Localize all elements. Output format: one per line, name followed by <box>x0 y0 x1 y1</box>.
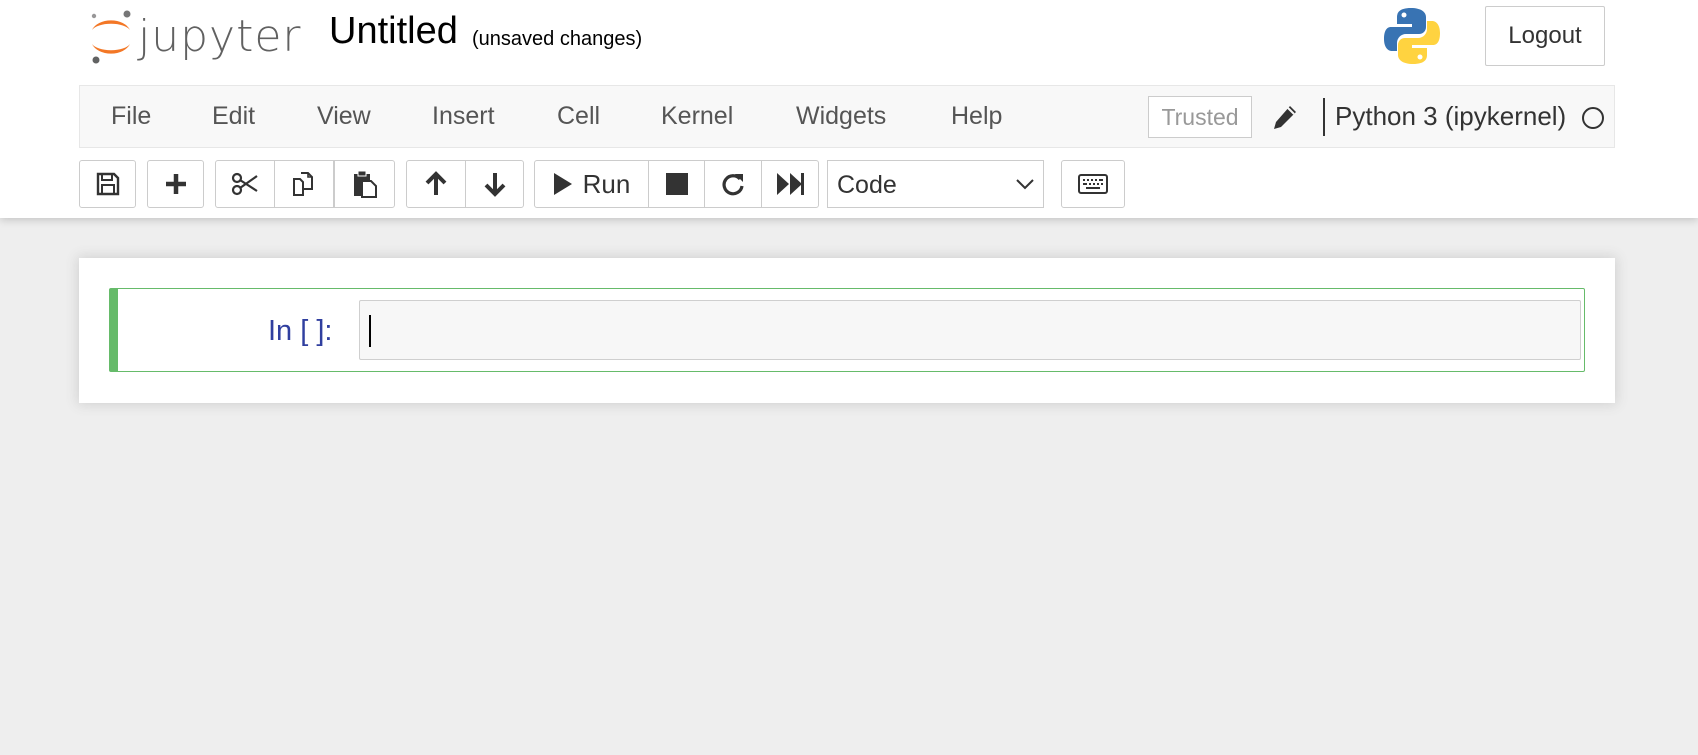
cut-button[interactable] <box>215 160 275 208</box>
paste-button[interactable] <box>334 160 395 208</box>
scissors-icon <box>231 171 259 197</box>
cell-type-select[interactable]: Code <box>827 160 1044 208</box>
kernel-status-icon <box>1582 107 1604 129</box>
chevron-down-icon <box>1015 177 1035 196</box>
menubar: File Edit View Insert Cell Kernel Widget… <box>79 85 1615 148</box>
menu-edit[interactable]: Edit <box>212 86 255 147</box>
copy-button[interactable] <box>274 160 334 208</box>
plus-icon <box>164 172 188 196</box>
python-logo-icon <box>1383 6 1441 66</box>
kernel-name[interactable]: Python 3 (ipykernel) <box>1335 86 1566 147</box>
jupyter-logo-icon <box>88 8 134 64</box>
fast-forward-icon <box>776 172 804 196</box>
interrupt-button[interactable] <box>648 160 705 208</box>
save-button[interactable] <box>79 160 136 208</box>
insert-cell-button[interactable] <box>147 160 204 208</box>
jupyter-brand[interactable]: jupyter <box>88 6 302 66</box>
menu-kernel[interactable]: Kernel <box>661 86 733 147</box>
text-cursor <box>369 315 371 347</box>
header: jupyter Untitled (unsaved changes) Logou… <box>0 0 1698 218</box>
code-cell[interactable]: In [ ]: <box>109 288 1585 372</box>
trusted-indicator[interactable]: Trusted <box>1148 96 1252 138</box>
restart-icon <box>721 172 745 196</box>
save-status: (unsaved changes) <box>472 28 643 50</box>
menu-help[interactable]: Help <box>951 86 1002 147</box>
restart-run-all-button[interactable] <box>761 160 819 208</box>
copy-icon <box>291 171 317 197</box>
move-down-button[interactable] <box>465 160 524 208</box>
pencil-icon[interactable] <box>1270 102 1300 132</box>
paste-icon <box>352 170 378 198</box>
stop-icon <box>665 173 688 195</box>
restart-button[interactable] <box>704 160 762 208</box>
keyboard-icon <box>1078 174 1108 194</box>
menu-cell[interactable]: Cell <box>557 86 600 147</box>
save-icon <box>96 172 120 196</box>
run-button[interactable]: Run <box>534 160 649 208</box>
menu-view[interactable]: View <box>317 86 371 147</box>
menu-widgets[interactable]: Widgets <box>796 86 886 147</box>
notebook-title[interactable]: Untitled <box>329 10 458 53</box>
notebook-container: In [ ]: <box>79 258 1615 403</box>
command-palette-button[interactable] <box>1061 160 1125 208</box>
run-label: Run <box>582 168 631 199</box>
jupyter-logo-text: jupyter <box>138 10 302 62</box>
menu-file[interactable]: File <box>111 86 151 147</box>
cell-type-value: Code <box>837 171 897 199</box>
menu-insert[interactable]: Insert <box>432 86 495 147</box>
arrow-up-icon <box>424 171 448 197</box>
logout-button[interactable]: Logout <box>1485 6 1605 66</box>
input-prompt: In [ ]: <box>268 315 333 347</box>
code-input[interactable] <box>359 300 1581 360</box>
arrow-down-icon <box>483 171 507 197</box>
play-icon <box>553 172 573 196</box>
move-up-button[interactable] <box>406 160 466 208</box>
kernel-divider <box>1323 98 1325 136</box>
